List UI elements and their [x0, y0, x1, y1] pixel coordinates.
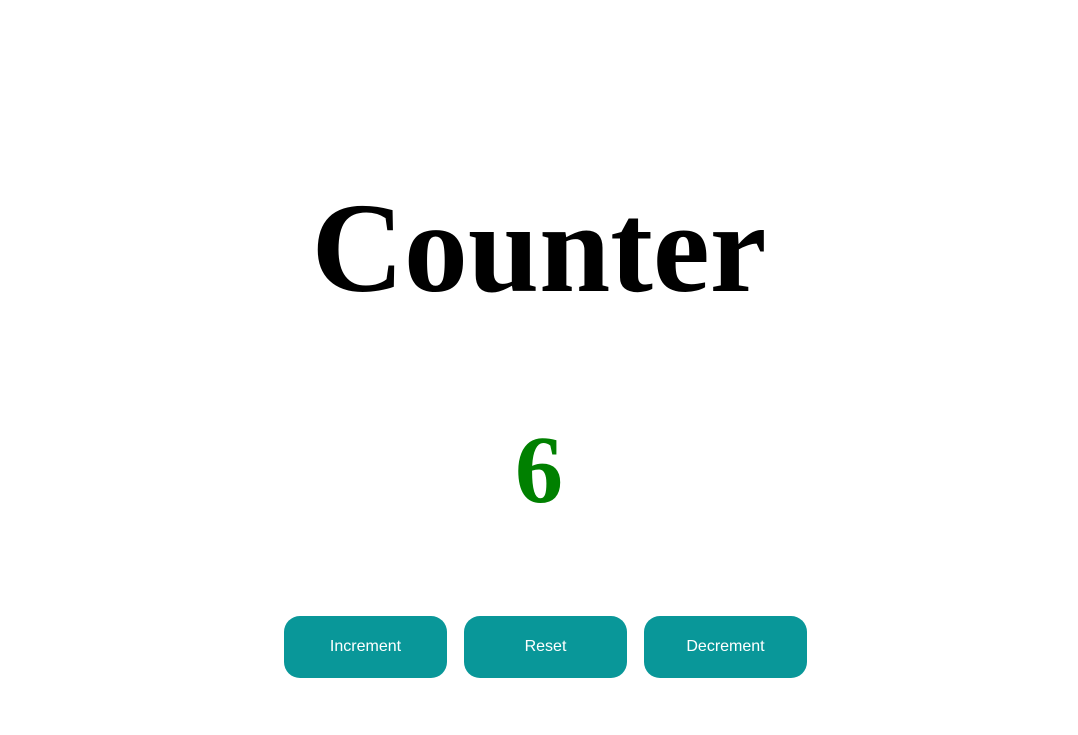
increment-button[interactable]: Increment: [284, 616, 447, 678]
reset-button[interactable]: Reset: [464, 616, 627, 678]
page-title: Counter: [311, 177, 767, 319]
button-group: Increment Reset Decrement: [284, 616, 807, 678]
counter-app: Counter 6 Increment Reset Decrement: [0, 0, 1078, 735]
count-value: 6: [515, 416, 563, 523]
decrement-button[interactable]: Decrement: [644, 616, 807, 678]
